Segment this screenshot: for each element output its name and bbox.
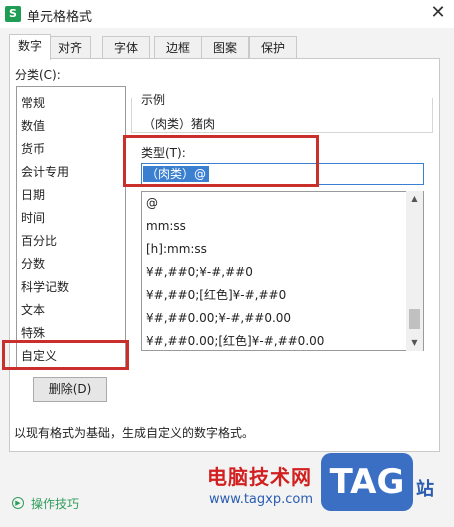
scroll-thumb[interactable] xyxy=(409,309,420,329)
category-item-scientific[interactable]: 科学记数 xyxy=(21,276,69,298)
tag-logo: TAG xyxy=(321,453,413,511)
delete-button[interactable]: 删除(D) xyxy=(33,377,107,402)
category-list[interactable]: 常规 数值 货币 会计专用 日期 时间 百分比 分数 科学记数 文本 特殊 自定… xyxy=(16,86,126,370)
category-item-accounting[interactable]: 会计专用 xyxy=(21,161,69,183)
category-item-percentage[interactable]: 百分比 xyxy=(21,230,57,252)
category-item-text[interactable]: 文本 xyxy=(21,299,45,321)
tips-link[interactable]: 操作技巧 xyxy=(31,495,79,512)
tab-protection[interactable]: 保护 xyxy=(249,36,297,59)
category-item-currency[interactable]: 货币 xyxy=(21,138,45,160)
watermark-suffix: 站 xyxy=(416,479,434,500)
format-item[interactable]: mm:ss xyxy=(146,215,186,237)
category-label: 分类(C): xyxy=(15,68,61,82)
tab-font[interactable]: 字体 xyxy=(102,36,150,59)
dialog-title: 单元格格式 xyxy=(27,10,93,25)
format-item[interactable]: [h]:mm:ss xyxy=(146,238,207,260)
category-item-date[interactable]: 日期 xyxy=(21,184,45,206)
scroll-down-icon[interactable]: ▼ xyxy=(406,336,423,350)
watermark-site-name: 电脑技术网 xyxy=(207,465,312,489)
category-item-general[interactable]: 常规 xyxy=(21,92,45,114)
format-description: 以现有格式为基础，生成自定义的数字格式。 xyxy=(14,426,255,440)
example-value: （肉类）猪肉 xyxy=(143,117,216,131)
format-item[interactable]: @ xyxy=(146,192,158,214)
play-icon: ▶ xyxy=(12,497,24,509)
scroll-up-icon[interactable]: ▲ xyxy=(406,192,423,206)
watermark-url: www.tagxp.com xyxy=(209,492,313,507)
highlight-box-type xyxy=(123,135,319,187)
format-list[interactable]: @ mm:ss [h]:mm:ss ¥#,##0;¥-#,##0 ¥#,##0;… xyxy=(141,191,424,351)
format-item[interactable]: ¥#,##0.00;¥-#,##0.00 xyxy=(146,307,291,329)
tab-pattern[interactable]: 图案 xyxy=(201,36,249,59)
tab-number[interactable]: 数字 xyxy=(9,34,51,60)
tab-alignment[interactable]: 对齐 xyxy=(49,36,91,59)
format-item[interactable]: ¥#,##0.00;[红色]¥-#,##0.00 xyxy=(146,330,324,352)
spreadsheet-app-icon: S xyxy=(5,6,21,22)
highlight-box-custom xyxy=(2,340,129,370)
category-item-number[interactable]: 数值 xyxy=(21,115,45,137)
format-list-scrollbar[interactable]: ▲ ▼ xyxy=(406,191,423,351)
category-item-fraction[interactable]: 分数 xyxy=(21,253,45,275)
category-item-time[interactable]: 时间 xyxy=(21,207,45,229)
format-item[interactable]: ¥#,##0;[红色]¥-#,##0 xyxy=(146,284,286,306)
format-item[interactable]: ¥#,##0;¥-#,##0 xyxy=(146,261,253,283)
tab-border[interactable]: 边框 xyxy=(154,36,202,59)
close-icon[interactable]: ✕ xyxy=(427,2,449,24)
